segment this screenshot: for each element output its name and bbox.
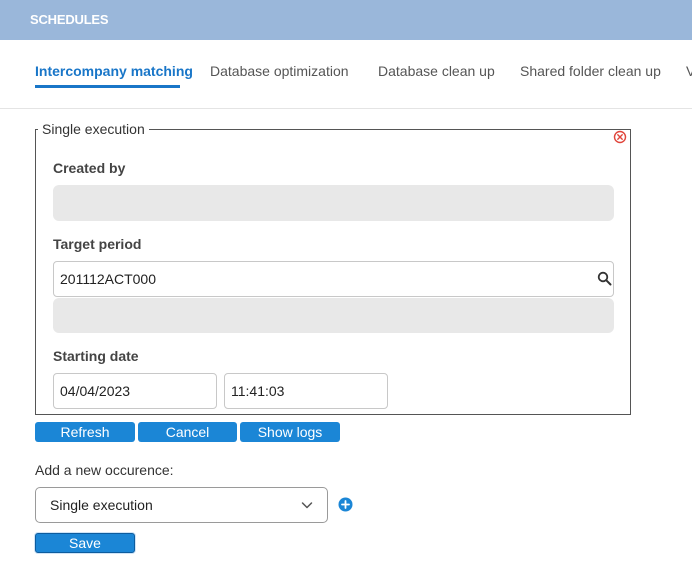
page-title: SCHEDULES — [30, 12, 109, 27]
target-period-description — [53, 298, 614, 333]
tab-database-optimization[interactable]: Database optimization — [210, 63, 349, 79]
target-period-input[interactable]: 201112ACT000 — [53, 261, 614, 297]
active-tab-indicator — [35, 85, 180, 88]
target-period-label: Target period — [53, 236, 142, 252]
tab-bar: Intercompany matching Database optimizat… — [0, 40, 692, 109]
page-header: SCHEDULES — [0, 0, 692, 40]
starting-date-label: Starting date — [53, 348, 139, 364]
tab-shared-folder-clean-up[interactable]: Shared folder clean up — [520, 63, 661, 79]
time-input[interactable]: 11:41:03 — [224, 373, 388, 409]
tab-database-clean-up[interactable]: Database clean up — [378, 63, 495, 79]
save-button[interactable]: Save — [35, 533, 135, 553]
occurrence-type-select[interactable]: Single execution — [35, 487, 328, 523]
chevron-down-icon — [301, 502, 313, 509]
search-icon[interactable] — [597, 271, 612, 286]
date-value: 04/04/2023 — [60, 383, 131, 399]
refresh-button[interactable]: Refresh — [35, 422, 135, 442]
target-period-value: 201112ACT000 — [60, 271, 156, 287]
time-value: 11:41:03 — [231, 383, 285, 399]
created-by-label: Created by — [53, 160, 126, 176]
close-circle-icon[interactable] — [613, 130, 627, 144]
cancel-button[interactable]: Cancel — [138, 422, 237, 442]
panel-legend: Single execution — [38, 121, 149, 137]
occurrence-type-value: Single execution — [50, 497, 153, 513]
plus-circle-icon[interactable] — [338, 497, 353, 512]
add-occurrence-label: Add a new occurence: — [35, 462, 174, 478]
date-input[interactable]: 04/04/2023 — [53, 373, 217, 409]
tab-intercompany-matching[interactable]: Intercompany matching — [35, 63, 193, 79]
tab-overflow[interactable]: V — [686, 63, 692, 79]
created-by-field — [53, 185, 614, 221]
show-logs-button[interactable]: Show logs — [240, 422, 340, 442]
